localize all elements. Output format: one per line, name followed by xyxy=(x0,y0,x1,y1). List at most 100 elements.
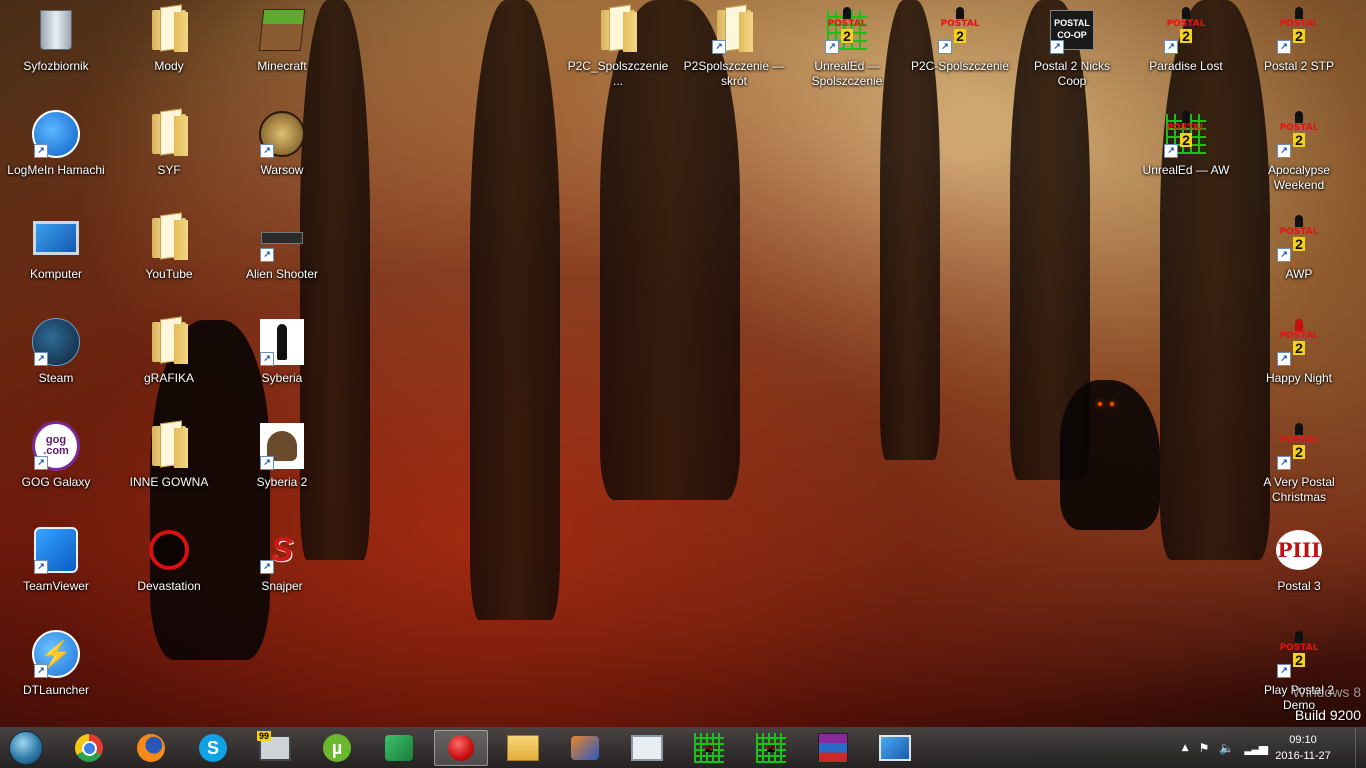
desktop-icon-folder-mody[interactable]: Mody xyxy=(117,0,221,100)
firefox-icon xyxy=(137,734,165,762)
desktop-icon-label: Postal 2 Nicks Coop xyxy=(1033,59,1111,88)
desktop-icon-label: Syfozbiornik xyxy=(23,59,89,73)
desktop-icon-label: TeamViewer xyxy=(23,579,89,593)
desktop-icon-postal3[interactable]: PIII Postal 3 xyxy=(1247,520,1351,620)
postal2-icon: POSTAL 2 ↗ xyxy=(1275,214,1323,262)
syberia-icon: ↗ xyxy=(258,318,306,366)
desktop-icon-postal2-stp[interactable]: POSTAL 2 ↗ Postal 2 STP xyxy=(1247,0,1351,100)
desktop-icon-label: A Very Postal Christmas xyxy=(1263,475,1335,504)
taskbar-button-remote-desktop[interactable] xyxy=(868,730,922,766)
desktop-icon-gog[interactable]: gog .com ↗ GOG Galaxy xyxy=(4,416,108,516)
desktop-icon-syberia-2[interactable]: ↗ Syberia 2 xyxy=(230,416,334,516)
taskbar-button-media[interactable] xyxy=(558,730,612,766)
desktop-icon-paradise-lost[interactable]: POSTAL 2 ↗ Paradise Lost xyxy=(1134,0,1238,100)
desktop-icon-folder-p2c-spolszczenie[interactable]: P2C_Spolszczenie... xyxy=(566,0,670,100)
desktop-icon-alien-shooter[interactable]: ↗ Alien Shooter xyxy=(230,208,334,308)
desktop-icon-unrealed-spolszczenie[interactable]: POSTAL 2 ↗ UnrealEd — Spolszczenie xyxy=(795,0,899,100)
desktop-icon-teamviewer[interactable]: ↗ TeamViewer xyxy=(4,520,108,620)
action-center-flag-icon[interactable]: ⚑ xyxy=(1199,741,1210,755)
taskbar-button-monitor-99[interactable]: 99 xyxy=(248,730,302,766)
postal2-icon: POSTAL 2 ↗ xyxy=(1275,6,1323,54)
taskbar-button-unrealed[interactable]: unrealed-icon P2 xyxy=(682,730,736,766)
postal2-icon: POSTAL 2 ↗ xyxy=(1162,6,1210,54)
desktop-icon-p2c-spolszczenie[interactable]: POSTAL 2 ↗ P2C-Spolszczenie xyxy=(908,0,1012,100)
desktop-icon-snajper[interactable]: S ↗ Snajper xyxy=(230,520,334,620)
unrealed-icon: POSTAL 2 ↗ xyxy=(823,6,871,54)
desktop-icon-label: INNE GOWNA xyxy=(129,475,209,489)
desktop-icon-apocalypse-weekend[interactable]: POSTAL 2 ↗ Apocalypse Weekend xyxy=(1247,104,1351,204)
taskbar-button-postal2[interactable]: P2 xyxy=(744,730,798,766)
taskbar-clock[interactable]: 09:10 2016-11-27 xyxy=(1268,732,1338,764)
desktop-icon-steam[interactable]: ↗ Steam xyxy=(4,312,108,412)
desktop-icon-very-postal-christmas[interactable]: POSTAL 2 ↗ A Very Postal Christmas xyxy=(1247,416,1351,516)
desktop-icon-label: Warsow xyxy=(260,163,304,177)
volume-icon[interactable]: 🔈 xyxy=(1219,741,1234,755)
resource-monitor-icon xyxy=(631,735,663,761)
shortcut-arrow-icon: ↗ xyxy=(260,248,274,262)
desktop-icon-folder-youtube[interactable]: YouTube xyxy=(117,208,221,308)
desktop-icon-warsow[interactable]: ↗ Warsow xyxy=(230,104,334,204)
desktop-icon-folder-inne-gowna[interactable]: INNE GOWNA xyxy=(117,416,221,516)
desktop-icon-label: Minecraft xyxy=(257,59,307,73)
taskbar-button-resource-monitor[interactable] xyxy=(620,730,674,766)
shortcut-arrow-icon: ↗ xyxy=(1277,40,1291,54)
recycle-bin-icon xyxy=(32,6,80,54)
shortcut-arrow-icon: ↗ xyxy=(260,144,274,158)
shortcut-arrow-icon: ↗ xyxy=(1277,456,1291,470)
desktop-icon-label: UnrealEd — AW xyxy=(1142,163,1230,177)
start-button[interactable] xyxy=(6,731,46,765)
shortcut-arrow-icon: ↗ xyxy=(260,456,274,470)
desktop-icon-unrealed-aw[interactable]: POSTAL 2 ↗ UnrealEd — AW xyxy=(1134,104,1238,204)
desktop-icon-label: Postal 3 xyxy=(1277,579,1321,593)
desktop-icon-label: AWP xyxy=(1285,267,1313,281)
folder-icon xyxy=(145,6,193,54)
postal2-icon: POSTAL 2 ↗ xyxy=(1275,318,1323,366)
shortcut-arrow-icon: ↗ xyxy=(260,560,274,574)
desktop-icon-syberia[interactable]: ↗ Syberia xyxy=(230,312,334,412)
devastation-icon xyxy=(145,526,193,574)
desktop-icon-happy-night[interactable]: POSTAL 2 ↗ Happy Night xyxy=(1247,312,1351,412)
taskbar: S 99 µ unrealed-icon P2 P2 ▲ xyxy=(0,727,1366,768)
taskbar-button-firefox[interactable] xyxy=(124,730,178,766)
tray-overflow-arrow-icon[interactable]: ▲ xyxy=(1182,743,1189,753)
desktop-icon-recycle-bin[interactable]: Syfozbiornik xyxy=(4,0,108,100)
taskbar-button-winrar[interactable] xyxy=(806,730,860,766)
media-icon xyxy=(571,736,599,760)
taskbar-button-chrome[interactable] xyxy=(62,730,116,766)
show-desktop-button[interactable] xyxy=(1355,728,1366,768)
shortcut-arrow-icon: ↗ xyxy=(34,352,48,366)
taskbar-button-utorrent[interactable]: µ xyxy=(310,730,364,766)
taskbar-button-messenger[interactable] xyxy=(372,730,426,766)
desktop-icon-label: Syberia xyxy=(261,371,303,385)
shortcut-arrow-icon: ↗ xyxy=(825,40,839,54)
messenger-icon xyxy=(385,735,413,761)
file-explorer-icon xyxy=(507,735,539,761)
desktop-icon-label: DTLauncher xyxy=(22,683,90,697)
desktop-icon-minecraft[interactable]: Minecraft xyxy=(230,0,334,100)
desktop-icon-label: Postal 2 STP xyxy=(1263,59,1335,73)
desktop-icon-hamachi[interactable]: ↗ LogMeIn Hamachi xyxy=(4,104,108,204)
desktop-icon-folder-syf[interactable]: SYF xyxy=(117,104,221,204)
desktop-icon-postal2-nicks-coop[interactable]: POSTAL CO-OP ↗ Postal 2 Nicks Coop xyxy=(1020,0,1124,100)
taskbar-button-file-explorer[interactable] xyxy=(496,730,550,766)
taskbar-button-skype[interactable]: S xyxy=(186,730,240,766)
desktop-icon-dtlauncher[interactable]: ⚡ ↗ DTLauncher xyxy=(4,624,108,724)
postal2-icon: POSTAL 2 ↗ xyxy=(1275,110,1323,158)
postal2-icon: POSTAL 2 ↗ xyxy=(1275,630,1323,678)
desktop-icon-devastation[interactable]: Devastation xyxy=(117,520,221,620)
shortcut-arrow-icon: ↗ xyxy=(34,456,48,470)
skype-icon: S xyxy=(199,734,227,762)
folder-icon xyxy=(145,422,193,470)
desktop-icon-awp[interactable]: POSTAL 2 ↗ AWP xyxy=(1247,208,1351,308)
steam-icon: ↗ xyxy=(32,318,80,366)
desktop-icon-label: Steam xyxy=(38,371,74,385)
taskbar-button-record[interactable] xyxy=(434,730,488,766)
network-signal-icon[interactable]: ▂▃▅ xyxy=(1244,741,1268,755)
unrealed-icon: unrealed-icon P2 xyxy=(694,733,724,763)
desktop-icon-folder-grafika[interactable]: gRAFIKA xyxy=(117,312,221,412)
desktop-icon-label: gRAFIKA xyxy=(143,371,194,385)
desktop-icon-computer[interactable]: Komputer xyxy=(4,208,108,308)
desktop-icon-label: YouTube xyxy=(145,267,193,281)
desktop-icon-label: Mody xyxy=(154,59,184,73)
desktop-icon-p2spolszczenie-shortcut[interactable]: ↗ P2Spolszczenie — skrót xyxy=(682,0,786,100)
